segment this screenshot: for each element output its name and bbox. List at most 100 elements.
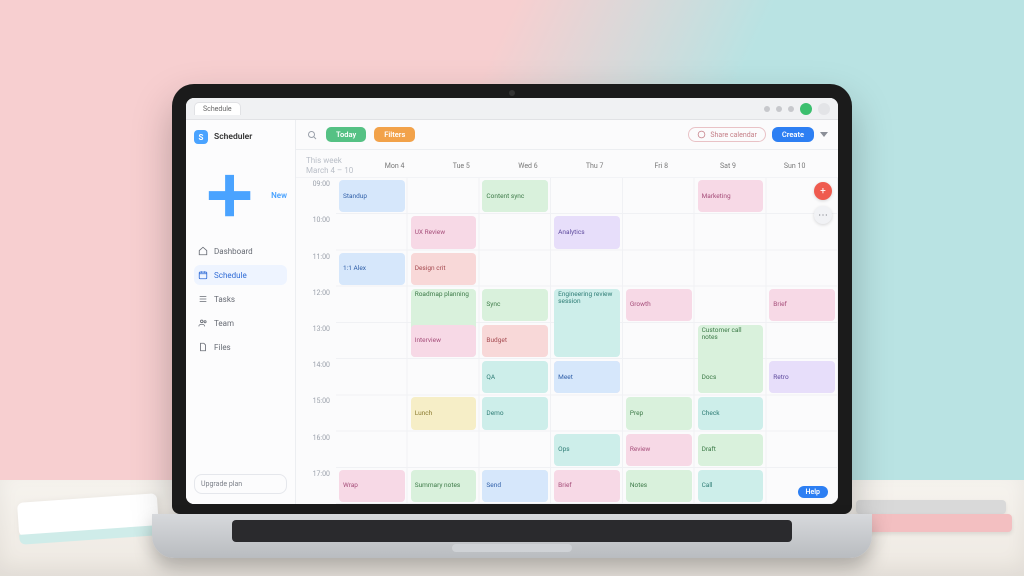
time-label: 15:00 [296,395,336,431]
chrome-profile-avatar[interactable] [800,103,812,115]
calendar-event[interactable]: Summary notes [411,470,477,502]
brand[interactable]: S Scheduler [194,130,287,144]
calendar-event[interactable]: QA [482,361,548,393]
sidebar-item-tasks[interactable]: Tasks [194,289,287,309]
calendar-icon [198,270,208,280]
filters-button[interactable]: Filters [374,127,415,142]
period-label: This week March 4 – 10 [306,156,353,175]
calendar-event[interactable]: Design crit [411,253,477,285]
day-header-cell[interactable]: Wed 6 [495,162,562,170]
time-label: 13:00 [296,323,336,359]
sidebar-item-dashboard[interactable]: Dashboard [194,241,287,261]
calendar-event[interactable]: Review [626,434,692,466]
calendar-event[interactable]: Interview [411,325,477,357]
sidebar-new-label: New [271,191,287,200]
calendar-event[interactable]: Wrap [339,470,405,502]
brand-logo-icon: S [194,130,208,144]
time-label: 10:00 [296,214,336,250]
chrome-ext-dot-1[interactable] [764,106,770,112]
sidebar-item-label: Team [214,319,234,328]
search-icon[interactable] [306,129,318,141]
calendar-event[interactable]: Growth [626,289,692,321]
toolbar: Today Filters Share calendar Create [296,120,838,150]
scene: Schedule S Scheduler [0,0,1024,576]
sidebar-item-schedule[interactable]: Schedule [194,265,287,285]
chevron-down-icon[interactable] [820,132,828,137]
sidebar-item-team[interactable]: Team [194,313,287,333]
calendar-event[interactable]: Analytics [554,216,620,248]
users-icon [198,318,208,328]
calendar-event[interactable]: UX Review [411,216,477,248]
day-header-cell[interactable]: Sun 10 [761,162,828,170]
time-label: 17:00 [296,468,336,504]
calendar-event[interactable]: Meet [554,361,620,393]
laptop-keyboard [152,514,872,558]
calendar-event[interactable]: Marketing [698,180,764,212]
calendar-event[interactable]: Sync [482,289,548,321]
chrome-right [764,103,830,115]
chrome-left: Schedule [194,102,241,115]
time-label: 12:00 [296,287,336,323]
sidebar-item-label: Dashboard [214,247,253,256]
help-chip[interactable]: Help [798,486,828,498]
day-header-cell[interactable]: Sat 9 [695,162,762,170]
sidebar-item-files[interactable]: Files [194,337,287,357]
list-icon [198,294,208,304]
time-label: 11:00 [296,251,336,287]
calendar-event[interactable]: Standup [339,180,405,212]
today-button[interactable]: Today [326,127,366,142]
sidebar-upgrade-card[interactable]: Upgrade plan [194,474,287,494]
calendar-event[interactable]: Budget [482,325,548,357]
add-event-fab[interactable]: + [814,182,832,200]
app-root: S Scheduler New Dashboard [186,120,838,504]
sidebar-new-button[interactable]: New [194,160,287,231]
sidebar: S Scheduler New Dashboard [186,120,296,504]
sidebar-item-label: Tasks [214,295,235,304]
more-actions-fab[interactable]: ⋯ [814,206,832,224]
grid-side-actions: + ⋯ [814,182,832,224]
calendar-event[interactable]: Prep [626,397,692,429]
sidebar-item-label: Files [214,343,231,352]
calendar-event[interactable]: Engineering review session [554,289,620,357]
calendar-event[interactable]: Draft [698,434,764,466]
home-icon [198,246,208,256]
day-header-row: Mon 4Tue 5Wed 6Thu 7Fri 8Sat 9Sun 10 [361,162,828,170]
browser-tab[interactable]: Schedule [194,102,241,115]
camera-dot [509,90,515,96]
day-header-cell[interactable]: Mon 4 [361,162,428,170]
time-label: 16:00 [296,432,336,468]
calendar-event[interactable]: Check [698,397,764,429]
day-header-cell[interactable]: Fri 8 [628,162,695,170]
time-label: 14:00 [296,359,336,395]
link-icon [697,130,706,139]
chrome-ext-dot-3[interactable] [788,106,794,112]
toolbar-left: Today Filters [306,127,415,142]
toolbar-right: Share calendar Create [688,127,828,142]
calendar-event[interactable]: Notes [626,470,692,502]
calendar-event[interactable]: Call [698,470,764,502]
main: Today Filters Share calendar Create [296,120,838,504]
calendar-event[interactable]: Retro [769,361,835,393]
calendar-grid[interactable]: + ⋯ Standup Review Content sync Marketing UX… [336,178,838,504]
browser-chrome: Schedule [186,98,838,120]
calendar-event[interactable]: Content sync [482,180,548,212]
calendar-event[interactable]: Demo [482,397,548,429]
calendar-event[interactable]: Ops [554,434,620,466]
calendar-event[interactable]: Send [482,470,548,502]
create-button[interactable]: Create [772,127,814,142]
day-header-cell[interactable]: Tue 5 [428,162,495,170]
subheader: This week March 4 – 10 Mon 4Tue 5Wed 6Th… [296,150,838,178]
brand-name: Scheduler [214,132,252,142]
app-screen: Schedule S Scheduler [186,98,838,504]
time-label: 09:00 [296,178,336,214]
day-header-cell[interactable]: Thu 7 [561,162,628,170]
calendar-event[interactable]: 1:1 Alex [339,253,405,285]
chrome-menu-icon[interactable] [818,103,830,115]
calendar-event[interactable]: Lunch [411,397,477,429]
chrome-ext-dot-2[interactable] [776,106,782,112]
calendar-event[interactable]: Brief [554,470,620,502]
share-button[interactable]: Share calendar [688,127,765,142]
laptop-screen-bezel: Schedule S Scheduler [172,84,852,514]
calendar-event[interactable]: Brief [769,289,835,321]
calendar-event[interactable]: Docs [698,361,764,393]
